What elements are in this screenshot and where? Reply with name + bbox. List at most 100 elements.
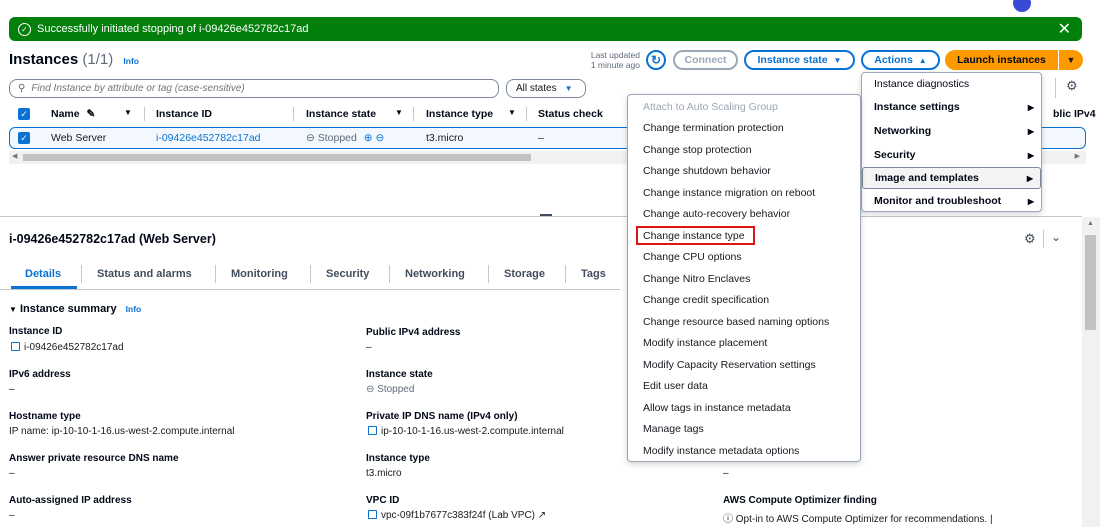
menu-item-instance-diagnostics[interactable]: Instance diagnostics <box>862 73 1041 95</box>
field-label: Private IP DNS name (IPv4 only) <box>366 411 518 422</box>
divider <box>310 265 311 283</box>
info-link[interactable]: Info <box>123 56 139 66</box>
scroll-right-icon[interactable]: ▶ <box>1075 152 1080 160</box>
menu-item-capacity-reservation[interactable]: Modify Capacity Reservation settings <box>643 359 816 371</box>
field-vpc-link[interactable]: vpc-09f1b7677c383f24f (Lab VPC) ↗ <box>368 510 546 521</box>
menu-item-credit-specification[interactable]: Change credit specification <box>643 294 769 306</box>
row-instance-id-link[interactable]: i-09426e452782c17ad <box>156 132 261 144</box>
caret-down-icon: ▼ <box>833 55 842 65</box>
scroll-thumb[interactable] <box>1085 235 1096 330</box>
caret-down-icon: ▼ <box>9 305 17 314</box>
column-header-status-check[interactable]: Status check <box>538 108 603 120</box>
field-answer-dns: – <box>9 468 15 479</box>
menu-item-edit-user-data[interactable]: Edit user data <box>643 380 708 392</box>
instance-state-button[interactable]: Instance state ▼ <box>744 50 855 70</box>
chevron-down-icon[interactable]: ⌄ <box>1051 230 1061 244</box>
divider <box>565 265 566 283</box>
menu-item-allow-tags-metadata[interactable]: Allow tags in instance metadata <box>643 402 791 414</box>
sort-icon[interactable]: ▼ <box>395 108 403 117</box>
menu-item-image-and-templates[interactable]: Image and templates ▶ <box>862 167 1041 189</box>
gear-icon[interactable]: ⚙ <box>1024 231 1036 247</box>
actions-button[interactable]: Actions ▲ <box>861 50 940 70</box>
copy-icon[interactable] <box>11 342 20 351</box>
tab-storage[interactable]: Storage <box>504 268 545 280</box>
scroll-up-icon[interactable]: ▲ <box>1087 220 1094 227</box>
field-label: Auto-assigned IP address <box>9 495 132 506</box>
select-all-checkbox[interactable]: ✓ <box>18 108 30 120</box>
scroll-thumb[interactable] <box>23 154 531 161</box>
split-divider[interactable] <box>0 216 1082 217</box>
active-tab-indicator <box>11 286 77 289</box>
menu-item-nitro-enclaves[interactable]: Change Nitro Enclaves <box>643 273 750 285</box>
menu-item-instance-settings[interactable]: Instance settings ▶ <box>862 96 1041 118</box>
menu-item-label: Networking <box>874 125 932 137</box>
menu-item-label: Monitor and troubleshoot <box>874 195 1002 207</box>
column-header-public-ipv4[interactable]: blic IPv4 <box>1053 108 1096 120</box>
instance-count: (1/1) <box>82 51 114 68</box>
optimizer-link[interactable]: ⓘ Opt-in to AWS Compute Optimizer for re… <box>723 510 993 525</box>
info-link[interactable]: Info <box>126 304 142 314</box>
column-name-label: Name <box>51 108 80 120</box>
menu-item-instance-placement[interactable]: Modify instance placement <box>643 337 767 349</box>
field-label: VPC ID <box>366 495 400 506</box>
tab-security[interactable]: Security <box>326 268 369 280</box>
actions-menu: Instance diagnostics Instance settings ▶ … <box>861 72 1042 212</box>
stopped-icon: ⊖ <box>306 132 315 144</box>
success-flashbar: ✓ Successfully initiated stopping of i-0… <box>9 17 1082 41</box>
launch-instances-button[interactable]: Launch instances <box>945 50 1058 70</box>
resize-handle[interactable] <box>540 214 552 216</box>
column-header-name[interactable]: Name ✎ <box>51 108 95 120</box>
menu-item-networking[interactable]: Networking ▶ <box>862 120 1041 142</box>
menu-item-auto-recovery[interactable]: Change auto-recovery behavior <box>643 208 790 220</box>
menu-item-security[interactable]: Security ▶ <box>862 144 1041 166</box>
divider <box>526 107 527 121</box>
column-header-instance-id[interactable]: Instance ID <box>156 108 212 120</box>
state-filter-select[interactable]: All states ▼ <box>506 79 586 98</box>
scroll-left-icon[interactable]: ◀ <box>12 152 17 160</box>
launch-dropdown-icon[interactable]: ▼ <box>1059 50 1083 70</box>
menu-item-monitor-and-troubleshoot[interactable]: Monitor and troubleshoot ▶ <box>862 190 1041 212</box>
tab-monitoring[interactable]: Monitoring <box>231 268 288 280</box>
menu-item-termination-protection[interactable]: Change termination protection <box>643 122 784 134</box>
connect-button[interactable]: Connect <box>673 50 738 70</box>
tab-tags[interactable]: Tags <box>581 268 606 280</box>
tab-details[interactable]: Details <box>25 268 61 280</box>
menu-item-stop-protection[interactable]: Change stop protection <box>643 144 752 156</box>
zoom-out-icon[interactable]: ⊖ <box>376 132 385 144</box>
sort-icon[interactable]: ▼ <box>508 108 516 117</box>
edit-icon: ✎ <box>86 108 96 120</box>
menu-item-migration-on-reboot[interactable]: Change instance migration on reboot <box>643 187 815 199</box>
row-state: ⊖ Stopped ⊕ ⊖ <box>306 132 384 144</box>
sort-icon[interactable]: ▼ <box>124 108 132 117</box>
field-label: IPv6 address <box>9 369 71 380</box>
zoom-in-icon[interactable]: ⊕ <box>364 132 373 144</box>
page-title-text: Instances <box>9 51 79 68</box>
page-title: Instances (1/1) Info <box>9 51 139 68</box>
field-label: Answer private resource DNS name <box>9 453 179 464</box>
column-header-instance-type[interactable]: Instance type <box>426 108 493 120</box>
field-instance-id: i-09426e452782c17ad <box>11 342 124 353</box>
search-box[interactable]: ⚲ <box>9 79 499 98</box>
menu-item-shutdown-behavior[interactable]: Change shutdown behavior <box>643 165 771 177</box>
menu-item-manage-tags[interactable]: Manage tags <box>643 423 704 435</box>
instance-summary-header[interactable]: ▼ Instance summary Info <box>9 303 141 315</box>
close-icon[interactable]: ✕ <box>1058 19 1071 39</box>
copy-icon[interactable] <box>368 510 377 519</box>
row-checkbox[interactable]: ✓ <box>18 132 30 144</box>
last-updated-time: 1 minute ago <box>590 60 640 70</box>
menu-item-cpu-options[interactable]: Change CPU options <box>643 251 742 263</box>
vertical-scrollbar[interactable]: ▲ <box>1082 217 1100 527</box>
refresh-icon[interactable]: ↻ <box>646 50 666 70</box>
column-header-instance-state[interactable]: Instance state <box>306 108 376 120</box>
field-auto-ip: – <box>9 510 15 521</box>
field-instance-type-link[interactable]: t3.micro <box>366 468 402 479</box>
caret-right-icon: ▶ <box>1027 126 1034 136</box>
copy-icon[interactable] <box>368 426 377 435</box>
tab-status-and-alarms[interactable]: Status and alarms <box>97 268 192 280</box>
gear-icon[interactable]: ⚙ <box>1066 78 1078 94</box>
menu-item-resource-naming[interactable]: Change resource based naming options <box>643 316 829 328</box>
search-input[interactable] <box>31 83 472 94</box>
field-label: AWS Compute Optimizer finding <box>723 495 877 506</box>
menu-item-metadata-options[interactable]: Modify instance metadata options <box>643 445 799 457</box>
tab-networking[interactable]: Networking <box>405 268 465 280</box>
